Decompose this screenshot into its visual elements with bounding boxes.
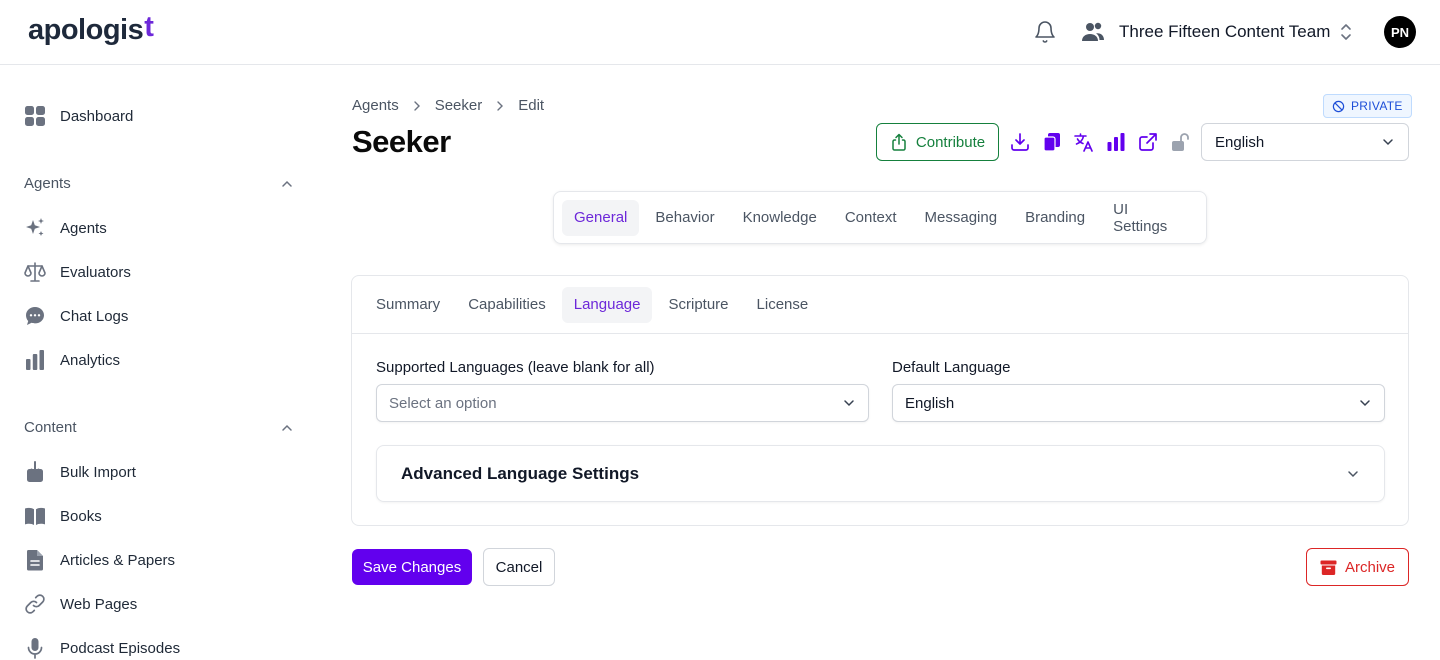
archive-button[interactable]: Archive (1306, 548, 1409, 586)
logo-text: apologis (28, 14, 144, 46)
translate-icon[interactable] (1074, 132, 1094, 152)
tab-messaging[interactable]: Messaging (913, 200, 1010, 236)
language-settings-card: Summary Capabilities Language Scripture … (351, 275, 1409, 526)
page-title: Seeker (352, 124, 451, 159)
chevron-down-icon (1383, 139, 1393, 146)
import-icon (27, 461, 43, 482)
supported-languages-label: Supported Languages (leave blank for all… (376, 359, 655, 376)
archive-label: Archive (1344, 558, 1396, 576)
chevrons-updown-icon[interactable] (1337, 22, 1355, 42)
supported-languages-select[interactable]: Select an option (376, 384, 869, 422)
contribute-button[interactable]: Contribute (876, 123, 999, 161)
breadcrumb: Agents Seeker Edit (352, 97, 544, 114)
sidebar-item-label: Podcast Episodes (60, 639, 181, 657)
subtab-scripture[interactable]: Scripture (656, 287, 740, 323)
sidebar-section-label: Agents (24, 175, 71, 192)
subtab-summary[interactable]: Summary (364, 287, 452, 323)
sidebar-item-analytics[interactable]: Analytics (24, 348, 120, 372)
sidebar-item-label: Chat Logs (60, 307, 129, 325)
sidebar-section-agents[interactable]: Agents (24, 175, 294, 192)
accordion-title: Advanced Language Settings (401, 463, 640, 483)
supported-languages-placeholder: Select an option (389, 394, 497, 412)
eye-off-icon (1332, 100, 1345, 112)
sub-tabs: Summary Capabilities Language Scripture … (352, 276, 1408, 334)
cancel-button[interactable]: Cancel (483, 548, 555, 586)
tab-context[interactable]: Context (833, 200, 909, 236)
chevron-right-icon (414, 100, 420, 111)
contribute-label: Contribute (915, 133, 986, 151)
chevron-down-icon (1360, 400, 1370, 407)
chevron-up-icon[interactable] (280, 177, 294, 191)
breadcrumb-seeker[interactable]: Seeker (435, 97, 483, 114)
private-badge-label: PRIVATE (1351, 99, 1403, 113)
unlock-icon[interactable] (1170, 132, 1190, 152)
sidebar-item-label: Web Pages (60, 595, 138, 613)
team-name: Three Fifteen Content Team (1119, 22, 1331, 41)
sidebar-item-evaluators[interactable]: Evaluators (24, 260, 131, 284)
scale-icon (24, 262, 46, 282)
sidebar-item-label: Books (60, 507, 102, 525)
sidebar-item-dashboard[interactable]: Dashboard (24, 104, 133, 128)
avatar[interactable]: PN (1384, 16, 1416, 48)
tab-behavior[interactable]: Behavior (643, 200, 726, 236)
sidebar-item-agents[interactable]: Agents (24, 216, 107, 240)
sidebar-section-content[interactable]: Content (24, 419, 294, 436)
sidebar-item-label: Evaluators (60, 263, 131, 281)
sidebar-item-articles[interactable]: Articles & Papers (24, 548, 175, 572)
logo-cross: t (144, 11, 154, 43)
language-select[interactable]: English (1201, 123, 1409, 161)
tab-general[interactable]: General (562, 199, 640, 236)
chevron-up-icon[interactable] (280, 421, 294, 435)
sidebar-item-label: Analytics (60, 351, 121, 369)
chat-icon (26, 307, 44, 325)
default-language-value: English (905, 394, 955, 412)
subtab-license[interactable]: License (745, 287, 821, 323)
sparkles-icon (26, 218, 44, 236)
external-link-icon[interactable] (1138, 132, 1158, 152)
bar-chart-icon[interactable] (1106, 132, 1126, 152)
bell-icon[interactable] (1033, 20, 1057, 44)
bar-chart-icon (26, 350, 44, 370)
tab-ui-settings[interactable]: UI Settings (1101, 200, 1194, 236)
sidebar-item-chat-logs[interactable]: Chat Logs (24, 304, 128, 328)
sidebar-item-label: Agents (60, 219, 107, 237)
app-logo[interactable]: apologis t (28, 11, 154, 47)
chevron-down-icon (844, 400, 854, 407)
microphone-icon (27, 638, 43, 659)
dashboard-icon (25, 106, 45, 126)
default-language-label: Default Language (892, 359, 1011, 376)
sidebar-item-label: Bulk Import (60, 463, 136, 481)
copy-icon[interactable] (1042, 132, 1062, 152)
chevron-down-icon (1348, 470, 1358, 477)
language-select-value: English (1215, 133, 1265, 151)
users-icon (1082, 22, 1104, 41)
link-icon (25, 594, 45, 614)
save-changes-button[interactable]: Save Changes (352, 549, 472, 585)
default-language-select[interactable]: English (892, 384, 1385, 422)
advanced-language-settings-accordion[interactable]: Advanced Language Settings (376, 445, 1385, 502)
breadcrumb-edit: Edit (518, 97, 545, 114)
team-switcher[interactable]: Three Fifteen Content Team (1081, 18, 1330, 46)
upload-icon (892, 133, 906, 151)
sidebar-item-books[interactable]: Books (24, 504, 102, 528)
book-icon (25, 507, 45, 525)
subtab-language[interactable]: Language (561, 286, 653, 323)
chevron-right-icon (497, 100, 504, 111)
top-bar: apologis t Three Fifteen Content Team PN (0, 0, 1440, 65)
download-icon[interactable] (1010, 132, 1030, 152)
sidebar-item-bulk-import[interactable]: Bulk Import (24, 460, 136, 484)
sidebar-section-label: Content (24, 419, 77, 436)
archive-icon (1320, 560, 1337, 575)
sidebar-item-label: Articles & Papers (60, 551, 176, 569)
document-icon (26, 550, 43, 571)
sidebar-item-web-pages[interactable]: Web Pages (24, 592, 137, 616)
sidebar-item-label: Dashboard (60, 107, 134, 125)
tab-branding[interactable]: Branding (1013, 200, 1097, 236)
breadcrumb-agents[interactable]: Agents (352, 97, 399, 114)
private-badge: PRIVATE (1323, 94, 1412, 118)
tab-knowledge[interactable]: Knowledge (731, 200, 829, 236)
subtab-capabilities[interactable]: Capabilities (456, 287, 558, 323)
sidebar-item-podcasts[interactable]: Podcast Episodes (24, 636, 180, 660)
main-tabs: General Behavior Knowledge Context Messa… (553, 191, 1207, 244)
